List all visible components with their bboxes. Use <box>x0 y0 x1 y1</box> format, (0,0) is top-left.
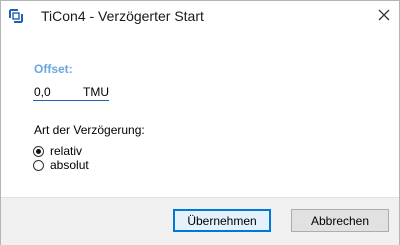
dialog-window: TiCon4 - Verzögerter Start Offset: 0,0 T… <box>0 0 400 245</box>
offset-label: Offset: <box>34 62 73 76</box>
close-button[interactable] <box>369 1 399 32</box>
offset-value[interactable]: 0,0 <box>34 85 51 99</box>
radio-label-relativ[interactable]: relativ <box>50 144 82 158</box>
radio-relativ[interactable]: relativ <box>33 144 82 158</box>
radio-label-absolut[interactable]: absolut <box>50 158 89 172</box>
apply-button[interactable]: Übernehmen <box>173 209 271 232</box>
button-bar: Übernehmen Abbrechen <box>1 197 399 245</box>
cancel-button[interactable]: Abbrechen <box>291 209 389 232</box>
radio-absolut[interactable]: absolut <box>33 158 89 172</box>
close-icon <box>378 9 390 24</box>
delay-type-label: Art der Verzögerung: <box>34 123 145 137</box>
offset-input[interactable]: 0,0 TMU <box>33 84 109 101</box>
ticon-app-icon <box>9 9 23 23</box>
radio-button-absolut[interactable] <box>33 159 44 171</box>
window-title: TiCon4 - Verzögerter Start <box>41 8 204 24</box>
radio-button-relativ[interactable] <box>33 145 44 157</box>
title-bar[interactable]: TiCon4 - Verzögerter Start <box>1 1 399 32</box>
offset-unit: TMU <box>83 85 109 99</box>
